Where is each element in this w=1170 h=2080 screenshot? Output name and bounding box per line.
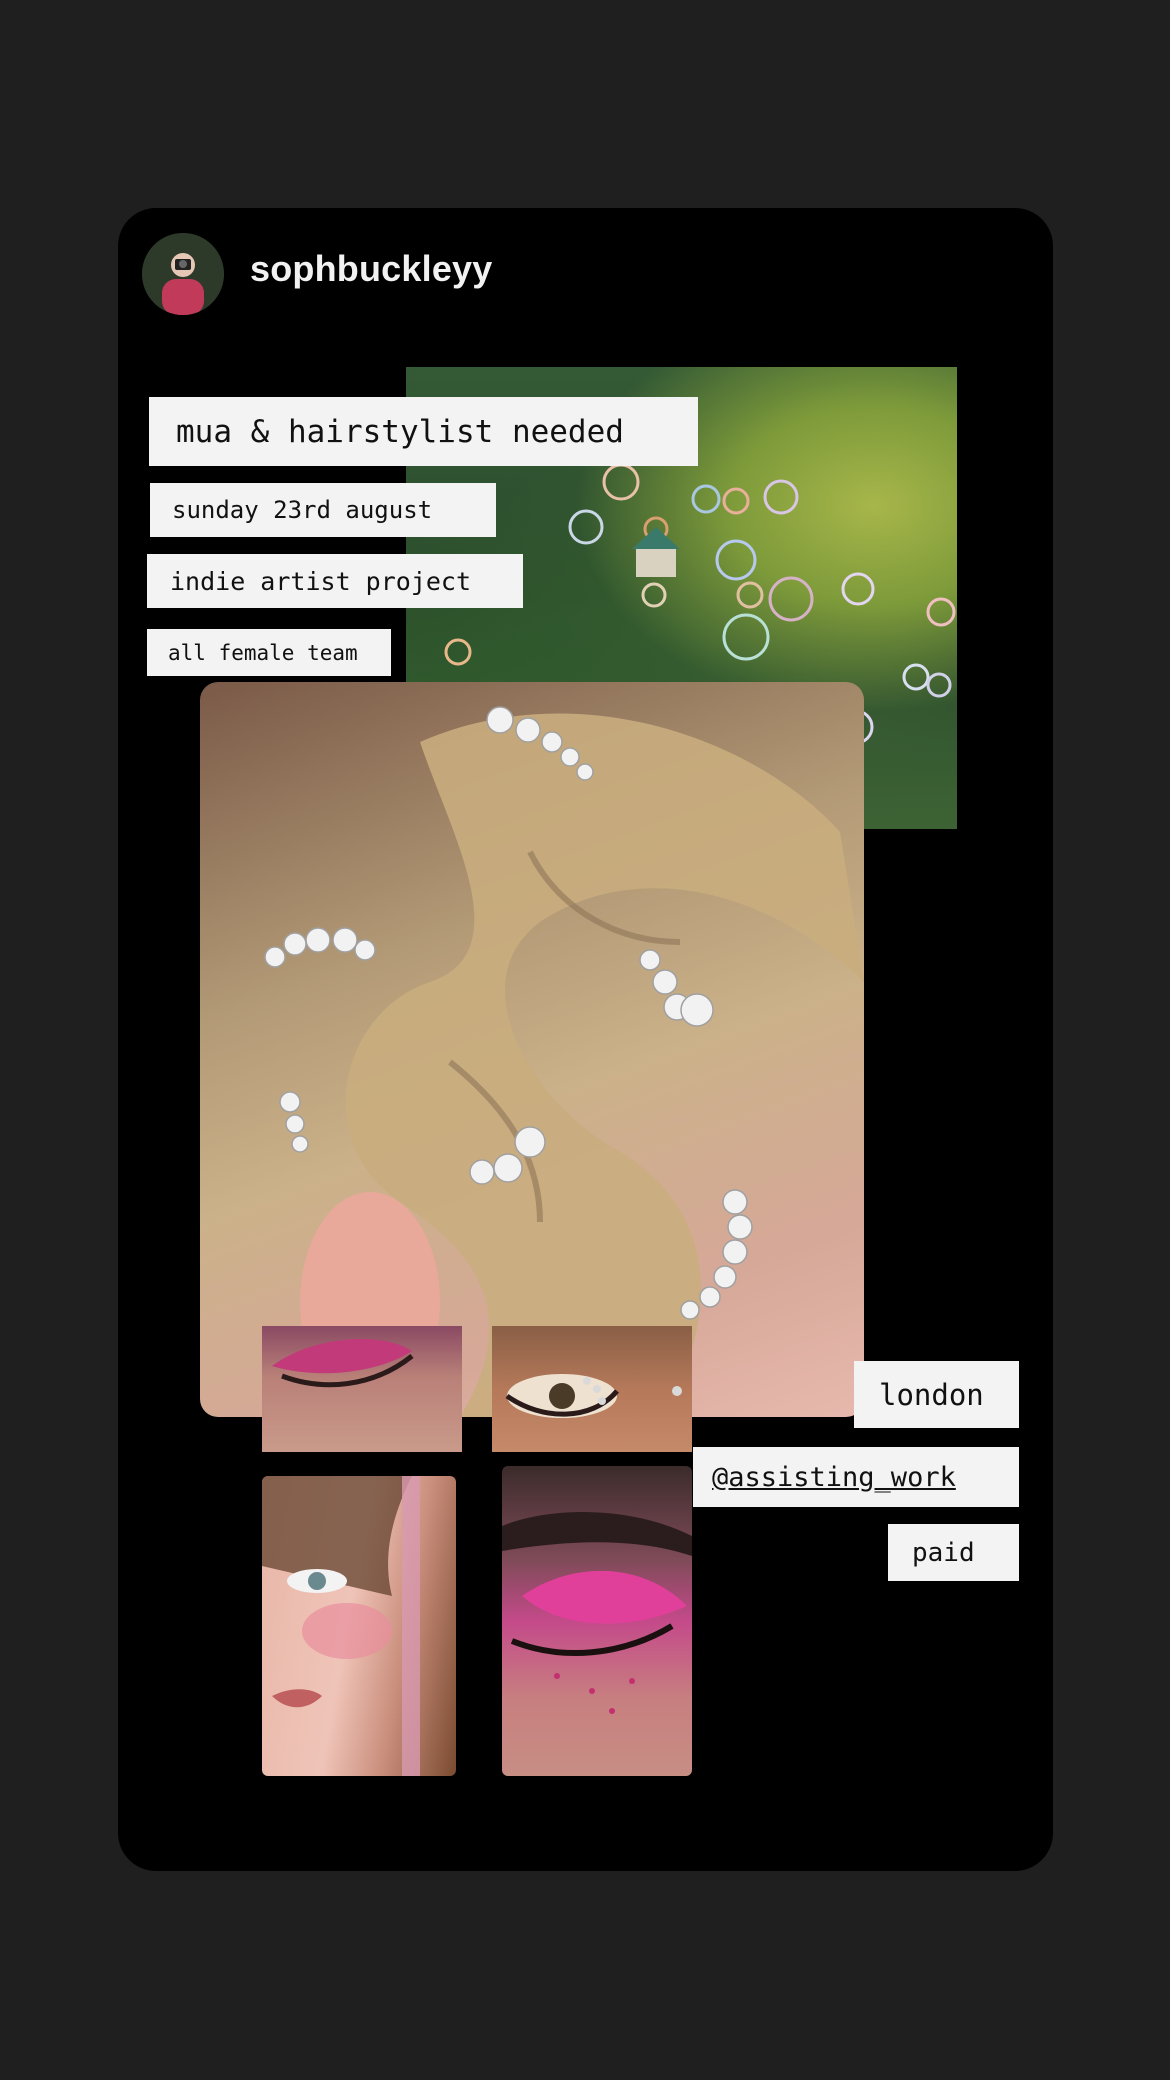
pink-glitter-eye-photo	[262, 1326, 462, 1452]
team-label: all female team	[147, 629, 391, 676]
date-label: sunday 23rd august	[150, 483, 496, 537]
avatar-photo	[142, 233, 224, 315]
gem-eye-photo	[492, 1326, 692, 1452]
contact-mention-link[interactable]: @assisting_work	[693, 1447, 1019, 1507]
post-title-label: mua & hairstylist needed	[149, 397, 698, 466]
pink-eyeshadow-photo	[502, 1466, 692, 1776]
blush-face-photo	[262, 1476, 456, 1776]
project-label: indie artist project	[147, 554, 523, 608]
payment-label: paid	[888, 1524, 1019, 1581]
username[interactable]: sophbuckleyy	[250, 248, 492, 290]
profile-avatar[interactable]	[142, 233, 224, 315]
crystal-hair-waves-photo	[200, 682, 864, 1417]
location-label: london	[854, 1361, 1019, 1428]
